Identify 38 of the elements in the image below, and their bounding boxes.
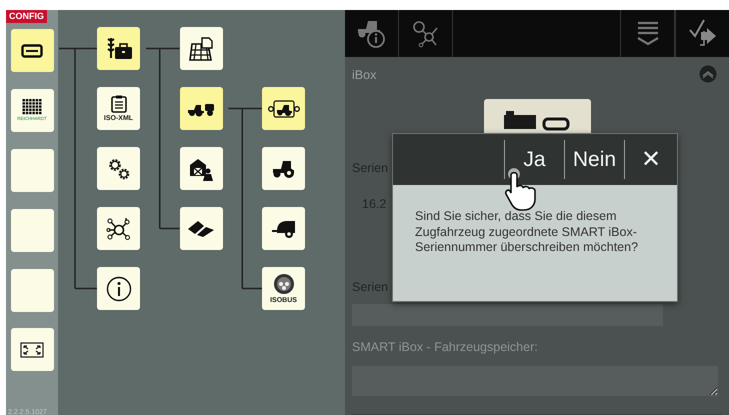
fullscreen-icon [20, 342, 44, 358]
menu-tile[interactable] [262, 207, 305, 250]
clipboard-icon [110, 95, 126, 113]
fullscreen-button[interactable] [10, 328, 54, 371]
sidebar-tile[interactable] [10, 209, 54, 252]
collapse-icon[interactable] [699, 65, 717, 83]
menu-tile[interactable] [180, 147, 222, 190]
isobus-icon [272, 273, 294, 295]
section-title: iBox [352, 67, 376, 84]
dialog-message: Sind Sie sicher, dass Sie die diesem Zugfahrzeug zugeordnete SMART iBox-Seriennummer überschreiben möchten? [415, 209, 640, 256]
sidebar-tile[interactable] [10, 149, 54, 192]
dialog-button[interactable]: Nein [564, 140, 624, 179]
menu-tile[interactable] [97, 207, 140, 250]
close-button[interactable]: ✕ [624, 140, 677, 179]
network-icon [410, 18, 440, 48]
menu-tile[interactable] [180, 207, 222, 250]
network-icon [106, 216, 132, 242]
tractor-implement-icon [268, 100, 300, 118]
input-field[interactable] [352, 304, 663, 326]
menu-tile[interactable] [97, 27, 140, 70]
keypad-icon [22, 99, 42, 116]
sidebar-tile[interactable] [10, 269, 54, 312]
info-button[interactable] [97, 267, 140, 310]
config-badge: CONFIG [6, 10, 47, 23]
menu-tile[interactable] [97, 147, 140, 190]
wheat-briefcase-icon [104, 36, 132, 62]
field-plots-icon [187, 220, 215, 238]
info-icon [106, 276, 132, 302]
field-label: SMART iBox - Fahrzeugspeicher: [352, 339, 539, 356]
menu-tile[interactable] [262, 87, 305, 130]
field-grid-icon [188, 36, 214, 62]
menu-tile[interactable] [180, 27, 222, 70]
tractor-icon [270, 158, 296, 178]
terminal-button[interactable] [10, 29, 54, 72]
trailer-icon [270, 218, 296, 238]
menu-tile[interactable] [180, 87, 222, 130]
menu-tile[interactable] [262, 147, 305, 190]
terminal-icon [21, 44, 43, 58]
